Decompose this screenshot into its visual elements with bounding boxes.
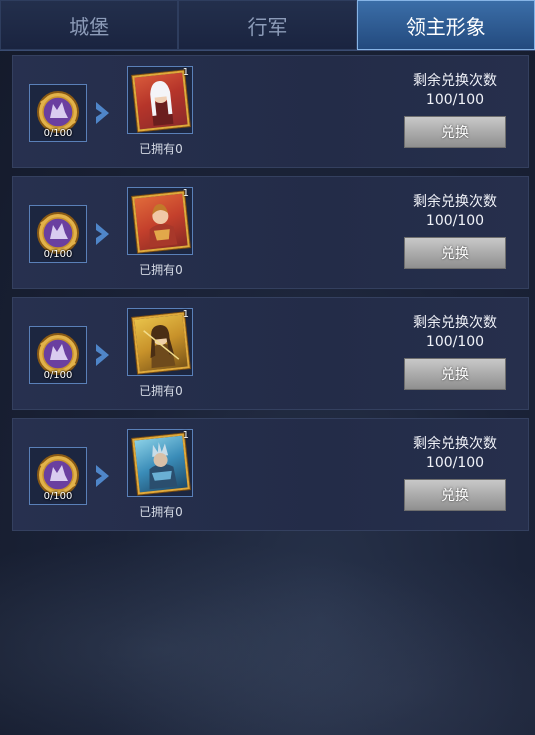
- hero-quantity: 1: [182, 188, 189, 199]
- chevron-right-icon: [96, 223, 109, 245]
- exchange-button[interactable]: 兑换: [404, 479, 506, 511]
- hero-reward-slot[interactable]: 1: [127, 187, 193, 255]
- token-count: 0/100: [43, 128, 73, 139]
- exchange-list: 0/100 1 已拥有0 剩余兑换次数 100/100 兑换 0/100 1 已…: [12, 55, 529, 539]
- gold-archer-hero-portrait: [132, 312, 190, 374]
- token-count: 0/100: [43, 249, 73, 260]
- tab-march[interactable]: 行军: [178, 0, 357, 50]
- silver-hair-hero-portrait: [132, 70, 190, 132]
- background-scenery: [0, 520, 535, 735]
- remaining-label: 剩余兑换次数: [413, 73, 497, 89]
- exchange-item: 0/100 1 已拥有0 剩余兑换次数 100/100 兑换: [12, 176, 529, 289]
- token-count: 0/100: [43, 370, 73, 381]
- exchange-item: 0/100 1 已拥有0 剩余兑换次数 100/100 兑换: [12, 55, 529, 168]
- hero-quantity: 1: [182, 309, 189, 320]
- tab-lord-appearance[interactable]: 领主形象: [356, 0, 535, 50]
- token-slot[interactable]: 0/100: [29, 205, 87, 263]
- hero-quantity: 1: [182, 67, 189, 78]
- owned-count: 已拥有0: [139, 263, 183, 277]
- token-slot[interactable]: 0/100: [29, 326, 87, 384]
- exchange-info: 剩余兑换次数 100/100 兑换: [400, 435, 510, 511]
- owned-count: 已拥有0: [139, 142, 183, 156]
- tab-bar: 城堡 行军 领主形象: [0, 0, 535, 51]
- exchange-info: 剩余兑换次数 100/100 兑换: [400, 72, 510, 148]
- token-slot[interactable]: 0/100: [29, 447, 87, 505]
- exchange-button[interactable]: 兑换: [404, 116, 506, 148]
- blue-armor-hero-portrait: [132, 433, 190, 495]
- exchange-info: 剩余兑换次数 100/100 兑换: [400, 314, 510, 390]
- remaining-value: 100/100: [425, 455, 485, 471]
- owned-count: 已拥有0: [139, 505, 183, 519]
- owned-count: 已拥有0: [139, 384, 183, 398]
- red-armor-hero-portrait: [132, 191, 190, 253]
- hero-reward-slot[interactable]: 1: [127, 429, 193, 497]
- token-slot[interactable]: 0/100: [29, 84, 87, 142]
- hero-quantity: 1: [182, 430, 189, 441]
- hero-reward-slot[interactable]: 1: [127, 308, 193, 376]
- remaining-value: 100/100: [425, 213, 485, 229]
- exchange-item: 0/100 1 已拥有0 剩余兑换次数 100/100 兑换: [12, 297, 529, 410]
- exchange-button[interactable]: 兑换: [404, 358, 506, 390]
- chevron-right-icon: [96, 102, 109, 124]
- remaining-value: 100/100: [425, 92, 485, 108]
- remaining-value: 100/100: [425, 334, 485, 350]
- chevron-right-icon: [96, 465, 109, 487]
- tab-castle[interactable]: 城堡: [0, 0, 179, 50]
- remaining-label: 剩余兑换次数: [413, 315, 497, 331]
- remaining-label: 剩余兑换次数: [413, 436, 497, 452]
- exchange-button[interactable]: 兑换: [404, 237, 506, 269]
- exchange-info: 剩余兑换次数 100/100 兑换: [400, 193, 510, 269]
- token-count: 0/100: [43, 491, 73, 502]
- exchange-item: 0/100 1 已拥有0 剩余兑换次数 100/100 兑换: [12, 418, 529, 531]
- chevron-right-icon: [96, 344, 109, 366]
- hero-reward-slot[interactable]: 1: [127, 66, 193, 134]
- remaining-label: 剩余兑换次数: [413, 194, 497, 210]
